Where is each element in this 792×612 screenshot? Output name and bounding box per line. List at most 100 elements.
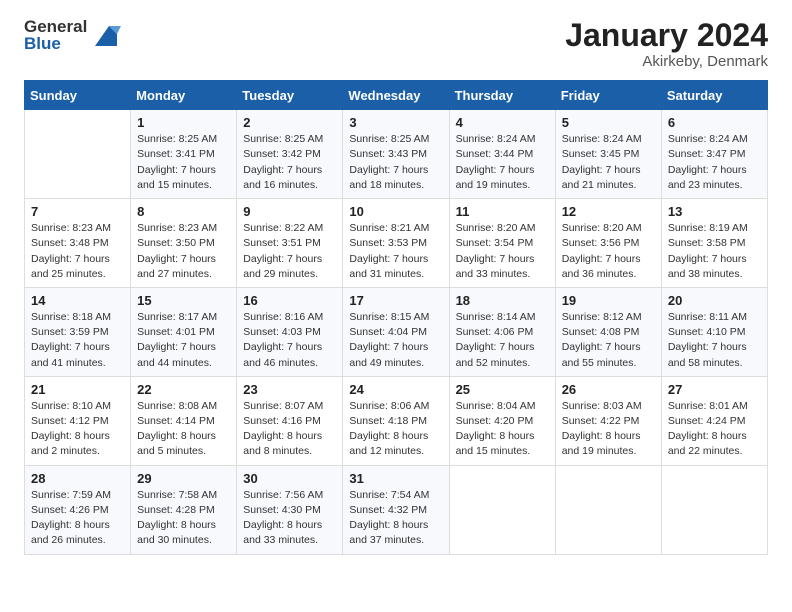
day-info: Sunrise: 8:17 AMSunset: 4:01 PMDaylight:… xyxy=(137,310,230,371)
day-info: Sunrise: 8:24 AMSunset: 3:44 PMDaylight:… xyxy=(456,132,549,193)
calendar-cell: 26 Sunrise: 8:03 AMSunset: 4:22 PMDayligh… xyxy=(555,376,661,465)
day-info: Sunrise: 8:15 AMSunset: 4:04 PMDaylight:… xyxy=(349,310,442,371)
calendar-table: SundayMondayTuesdayWednesdayThursdayFrid… xyxy=(24,80,768,554)
day-number: 30 xyxy=(243,471,336,486)
day-number: 10 xyxy=(349,204,442,219)
calendar-cell: 28 Sunrise: 7:59 AMSunset: 4:26 PMDayligh… xyxy=(25,465,131,554)
calendar-cell: 11 Sunrise: 8:20 AMSunset: 3:54 PMDayligh… xyxy=(449,199,555,288)
calendar-cell xyxy=(25,110,131,199)
day-number: 3 xyxy=(349,115,442,130)
day-info: Sunrise: 8:03 AMSunset: 4:22 PMDaylight:… xyxy=(562,399,655,460)
title-block: January 2024 Akirkeby, Denmark xyxy=(565,18,768,70)
day-info: Sunrise: 8:08 AMSunset: 4:14 PMDaylight:… xyxy=(137,399,230,460)
weekday-header-monday: Monday xyxy=(131,81,237,110)
day-info: Sunrise: 8:04 AMSunset: 4:20 PMDaylight:… xyxy=(456,399,549,460)
day-number: 31 xyxy=(349,471,442,486)
day-info: Sunrise: 8:19 AMSunset: 3:58 PMDaylight:… xyxy=(668,221,761,282)
calendar-cell: 3 Sunrise: 8:25 AMSunset: 3:43 PMDaylight… xyxy=(343,110,449,199)
calendar-cell: 16 Sunrise: 8:16 AMSunset: 4:03 PMDayligh… xyxy=(237,287,343,376)
day-info: Sunrise: 8:25 AMSunset: 3:43 PMDaylight:… xyxy=(349,132,442,193)
calendar-cell: 20 Sunrise: 8:11 AMSunset: 4:10 PMDayligh… xyxy=(661,287,767,376)
day-info: Sunrise: 8:23 AMSunset: 3:48 PMDaylight:… xyxy=(31,221,124,282)
logo-icon xyxy=(89,18,121,50)
calendar-cell: 15 Sunrise: 8:17 AMSunset: 4:01 PMDayligh… xyxy=(131,287,237,376)
logo: General Blue xyxy=(24,18,121,52)
day-number: 17 xyxy=(349,293,442,308)
day-info: Sunrise: 7:59 AMSunset: 4:26 PMDaylight:… xyxy=(31,488,124,549)
day-number: 13 xyxy=(668,204,761,219)
day-info: Sunrise: 8:16 AMSunset: 4:03 PMDaylight:… xyxy=(243,310,336,371)
day-number: 9 xyxy=(243,204,336,219)
weekday-header-saturday: Saturday xyxy=(661,81,767,110)
day-info: Sunrise: 8:07 AMSunset: 4:16 PMDaylight:… xyxy=(243,399,336,460)
day-number: 16 xyxy=(243,293,336,308)
calendar-cell xyxy=(555,465,661,554)
calendar-week-5: 28 Sunrise: 7:59 AMSunset: 4:26 PMDayligh… xyxy=(25,465,768,554)
day-info: Sunrise: 8:11 AMSunset: 4:10 PMDaylight:… xyxy=(668,310,761,371)
day-number: 26 xyxy=(562,382,655,397)
calendar-cell xyxy=(661,465,767,554)
day-info: Sunrise: 8:10 AMSunset: 4:12 PMDaylight:… xyxy=(31,399,124,460)
day-info: Sunrise: 8:20 AMSunset: 3:54 PMDaylight:… xyxy=(456,221,549,282)
day-number: 5 xyxy=(562,115,655,130)
day-number: 7 xyxy=(31,204,124,219)
day-number: 20 xyxy=(668,293,761,308)
calendar-cell: 25 Sunrise: 8:04 AMSunset: 4:20 PMDayligh… xyxy=(449,376,555,465)
calendar-cell: 31Sunrise: 7:54 AMSunset: 4:32 PMDayligh… xyxy=(343,465,449,554)
calendar-cell: 12 Sunrise: 8:20 AMSunset: 3:56 PMDayligh… xyxy=(555,199,661,288)
calendar-cell: 27 Sunrise: 8:01 AMSunset: 4:24 PMDayligh… xyxy=(661,376,767,465)
day-info: Sunrise: 8:25 AMSunset: 3:41 PMDaylight:… xyxy=(137,132,230,193)
day-info: Sunrise: 8:20 AMSunset: 3:56 PMDaylight:… xyxy=(562,221,655,282)
page: General Blue January 2024 Akirkeby, Denm… xyxy=(0,0,792,612)
day-number: 11 xyxy=(456,204,549,219)
calendar-cell: 2 Sunrise: 8:25 AMSunset: 3:42 PMDaylight… xyxy=(237,110,343,199)
day-number: 6 xyxy=(668,115,761,130)
calendar-cell: 5 Sunrise: 8:24 AMSunset: 3:45 PMDaylight… xyxy=(555,110,661,199)
day-number: 28 xyxy=(31,471,124,486)
calendar-cell: 18Sunrise: 8:14 AMSunset: 4:06 PMDayligh… xyxy=(449,287,555,376)
day-number: 19 xyxy=(562,293,655,308)
day-number: 25 xyxy=(456,382,549,397)
day-info: Sunrise: 8:22 AMSunset: 3:51 PMDaylight:… xyxy=(243,221,336,282)
day-number: 12 xyxy=(562,204,655,219)
weekday-header-sunday: Sunday xyxy=(25,81,131,110)
calendar-cell: 21 Sunrise: 8:10 AMSunset: 4:12 PMDayligh… xyxy=(25,376,131,465)
day-info: Sunrise: 8:14 AMSunset: 4:06 PMDaylight:… xyxy=(456,310,549,371)
day-info: Sunrise: 8:25 AMSunset: 3:42 PMDaylight:… xyxy=(243,132,336,193)
calendar-cell: 7 Sunrise: 8:23 AMSunset: 3:48 PMDaylight… xyxy=(25,199,131,288)
calendar-cell: 6 Sunrise: 8:24 AMSunset: 3:47 PMDaylight… xyxy=(661,110,767,199)
calendar-cell: 1Sunrise: 8:25 AMSunset: 3:41 PMDaylight… xyxy=(131,110,237,199)
day-info: Sunrise: 8:23 AMSunset: 3:50 PMDaylight:… xyxy=(137,221,230,282)
day-number: 14 xyxy=(31,293,124,308)
day-number: 21 xyxy=(31,382,124,397)
day-number: 23 xyxy=(243,382,336,397)
calendar-cell: 22Sunrise: 8:08 AMSunset: 4:14 PMDayligh… xyxy=(131,376,237,465)
calendar-cell: 19 Sunrise: 8:12 AMSunset: 4:08 PMDayligh… xyxy=(555,287,661,376)
weekday-header-wednesday: Wednesday xyxy=(343,81,449,110)
calendar-cell xyxy=(449,465,555,554)
day-info: Sunrise: 8:06 AMSunset: 4:18 PMDaylight:… xyxy=(349,399,442,460)
calendar-cell: 29 Sunrise: 7:58 AMSunset: 4:28 PMDayligh… xyxy=(131,465,237,554)
calendar-cell: 14Sunrise: 8:18 AMSunset: 3:59 PMDayligh… xyxy=(25,287,131,376)
day-info: Sunrise: 8:12 AMSunset: 4:08 PMDaylight:… xyxy=(562,310,655,371)
logo-general: General xyxy=(24,18,87,35)
calendar-week-2: 7 Sunrise: 8:23 AMSunset: 3:48 PMDaylight… xyxy=(25,199,768,288)
day-info: Sunrise: 8:21 AMSunset: 3:53 PMDaylight:… xyxy=(349,221,442,282)
day-number: 15 xyxy=(137,293,230,308)
calendar-cell: 8Sunrise: 8:23 AMSunset: 3:50 PMDaylight… xyxy=(131,199,237,288)
day-info: Sunrise: 8:24 AMSunset: 3:47 PMDaylight:… xyxy=(668,132,761,193)
calendar-cell: 10 Sunrise: 8:21 AMSunset: 3:53 PMDayligh… xyxy=(343,199,449,288)
day-number: 27 xyxy=(668,382,761,397)
calendar-cell: 4Sunrise: 8:24 AMSunset: 3:44 PMDaylight… xyxy=(449,110,555,199)
calendar-cell: 30 Sunrise: 7:56 AMSunset: 4:30 PMDayligh… xyxy=(237,465,343,554)
day-info: Sunrise: 8:24 AMSunset: 3:45 PMDaylight:… xyxy=(562,132,655,193)
calendar-week-1: 1Sunrise: 8:25 AMSunset: 3:41 PMDaylight… xyxy=(25,110,768,199)
calendar-cell: 13 Sunrise: 8:19 AMSunset: 3:58 PMDayligh… xyxy=(661,199,767,288)
day-info: Sunrise: 8:01 AMSunset: 4:24 PMDaylight:… xyxy=(668,399,761,460)
day-number: 2 xyxy=(243,115,336,130)
day-number: 24 xyxy=(349,382,442,397)
day-info: Sunrise: 7:58 AMSunset: 4:28 PMDaylight:… xyxy=(137,488,230,549)
day-info: Sunrise: 7:56 AMSunset: 4:30 PMDaylight:… xyxy=(243,488,336,549)
calendar-week-4: 21 Sunrise: 8:10 AMSunset: 4:12 PMDayligh… xyxy=(25,376,768,465)
day-number: 29 xyxy=(137,471,230,486)
